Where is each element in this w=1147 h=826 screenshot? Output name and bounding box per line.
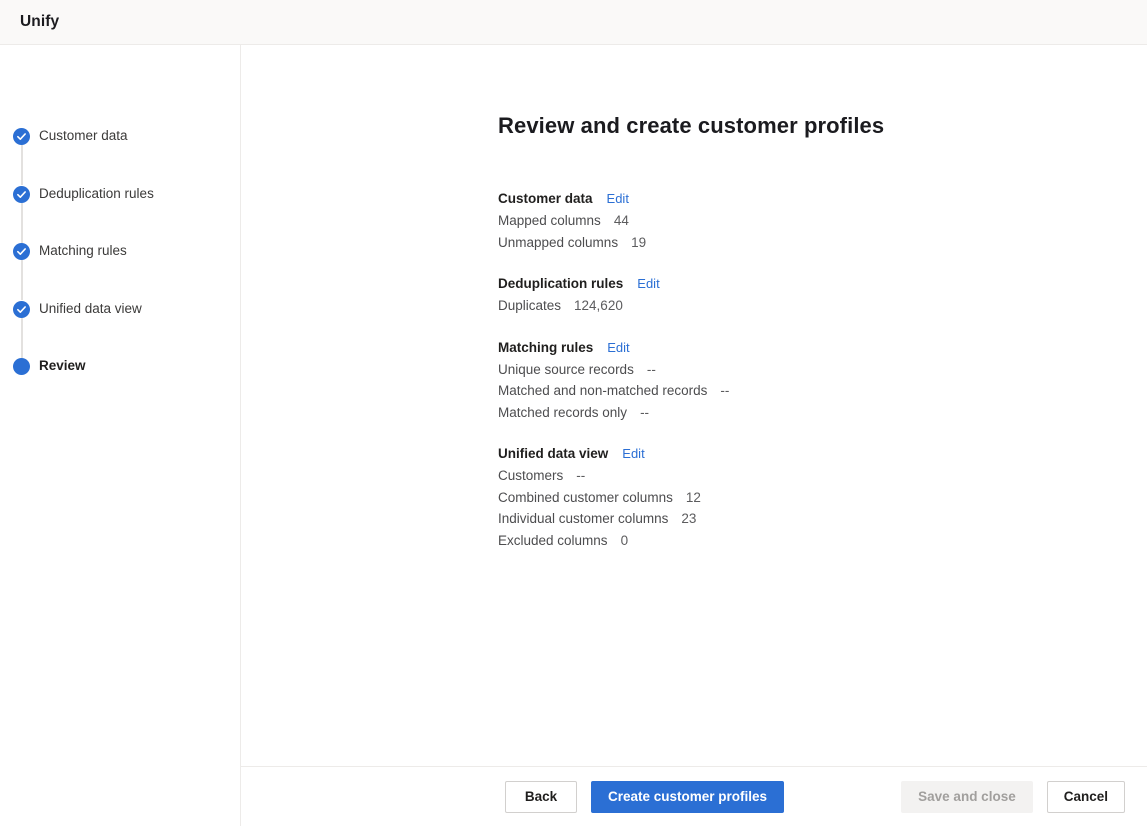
main-scroll-area: Review and create customer profiles Cust…: [241, 45, 1147, 766]
summary-row: Matched and non-matched records --: [498, 380, 1147, 402]
sidebar-step-label: Unified data view: [39, 300, 142, 318]
filled-circle-icon: [13, 358, 30, 375]
summary-row-value: 12: [686, 487, 701, 509]
section-header: Customer data Edit: [498, 191, 1147, 206]
footer-left-actions: Back Create customer profiles: [505, 781, 784, 813]
sidebar-step-label: Customer data: [39, 127, 128, 145]
edit-link[interactable]: Edit: [622, 446, 644, 461]
section-title: Unified data view: [498, 446, 608, 461]
section-header: Deduplication rules Edit: [498, 276, 1147, 291]
summary-row-value: 0: [621, 530, 629, 552]
summary-row-value: --: [576, 465, 585, 487]
section-header: Unified data view Edit: [498, 446, 1147, 461]
edit-link[interactable]: Edit: [607, 340, 629, 355]
sidebar-step-label: Matching rules: [39, 242, 127, 260]
check-circle-icon: [13, 301, 30, 318]
summary-section: Customer data Edit Mapped columns 44Unmappe…: [498, 191, 1147, 253]
footer-right-actions: Save and close Cancel: [901, 781, 1125, 813]
summary-row-value: 23: [681, 508, 696, 530]
summary-row-value: --: [640, 402, 649, 424]
step-marker: [13, 186, 30, 203]
summary-section: Deduplication rules Edit Duplicates 124,620: [498, 276, 1147, 317]
wizard-footer: Back Create customer profiles Save and c…: [241, 766, 1147, 826]
sidebar-step-label: Deduplication rules: [39, 185, 154, 203]
summary-row-label: Combined customer columns: [498, 487, 673, 509]
summary-row-value: 44: [614, 210, 629, 232]
save-and-close-button[interactable]: Save and close: [901, 781, 1033, 813]
sidebar-step-matching-rules[interactable]: Matching rules: [0, 242, 240, 300]
section-title: Customer data: [498, 191, 593, 206]
summary-section: Matching rulesEditUnique source records-…: [498, 340, 1147, 424]
sidebar-step-customer-data[interactable]: Customer data: [0, 127, 240, 185]
summary-row-label: Matched and non-matched records: [498, 380, 707, 402]
sidebar-step-deduplication-rules[interactable]: Deduplication rules: [0, 185, 240, 243]
section-header: Matching rules Edit: [498, 340, 1147, 355]
app-window: Unify Customer data Deduplication rules Ma…: [0, 0, 1147, 826]
section-title: Matching rules: [498, 340, 593, 355]
sidebar-step-review[interactable]: Review: [0, 357, 240, 415]
summary-row: Unmapped columns 19: [498, 232, 1147, 254]
summary-row-label: Unmapped columns: [498, 232, 618, 254]
page-title: Review and create customer profiles: [498, 113, 1147, 139]
summary-row-value: --: [720, 380, 729, 402]
edit-link[interactable]: Edit: [607, 191, 629, 206]
check-circle-icon: [13, 243, 30, 260]
summary-row: Individual customer columns 23: [498, 508, 1147, 530]
summary-row-label: Customers: [498, 465, 563, 487]
summary-row: Combined customer columns 12: [498, 487, 1147, 509]
step-marker: [13, 128, 30, 145]
edit-link[interactable]: Edit: [637, 276, 659, 291]
summary-row-value: --: [647, 359, 656, 381]
summary-row-value: 124,620: [574, 295, 623, 317]
app-header: Unify: [0, 0, 1147, 45]
check-circle-icon: [13, 128, 30, 145]
wizard-sidebar: Customer data Deduplication rules Matching…: [0, 45, 241, 826]
summary-row-value: 19: [631, 232, 646, 254]
summary-row-label: Matched records only: [498, 402, 627, 424]
check-circle-icon: [13, 186, 30, 203]
summary-row-label: Individual customer columns: [498, 508, 668, 530]
back-button[interactable]: Back: [505, 781, 577, 813]
summary-row-label: Unique source records: [498, 359, 634, 381]
sidebar-step-label: Review: [39, 357, 86, 375]
summary-row: Unique source records --: [498, 359, 1147, 381]
sidebar-step-unified-data-view[interactable]: Unified data view: [0, 300, 240, 358]
create-customer-profiles-button[interactable]: Create customer profiles: [591, 781, 784, 813]
app-body: Customer data Deduplication rules Matching…: [0, 45, 1147, 826]
wizard-stepper: Customer data Deduplication rules Matching…: [0, 127, 240, 415]
step-marker: [13, 358, 30, 375]
summary-row-label: Mapped columns: [498, 210, 601, 232]
cancel-button[interactable]: Cancel: [1047, 781, 1125, 813]
summary-row: Matched records only --: [498, 402, 1147, 424]
summary-row: Mapped columns 44: [498, 210, 1147, 232]
summary-row-label: Duplicates: [498, 295, 561, 317]
step-connector-line: [21, 318, 23, 358]
summary-row: Duplicates 124,620: [498, 295, 1147, 317]
step-connector-line: [21, 203, 23, 243]
step-connector-line: [21, 145, 23, 185]
step-marker: [13, 301, 30, 318]
step-marker: [13, 243, 30, 260]
summary-section: Unified data view Edit Customers --Combined…: [498, 446, 1147, 551]
summary-sections: Customer data Edit Mapped columns 44Unmappe…: [498, 191, 1147, 551]
main-content: Review and create customer profiles Cust…: [241, 45, 1147, 826]
summary-row: Excluded columns 0: [498, 530, 1147, 552]
section-title: Deduplication rules: [498, 276, 623, 291]
summary-row: Customers --: [498, 465, 1147, 487]
app-title: Unify: [20, 13, 59, 31]
step-connector-line: [21, 260, 23, 300]
summary-row-label: Excluded columns: [498, 530, 608, 552]
